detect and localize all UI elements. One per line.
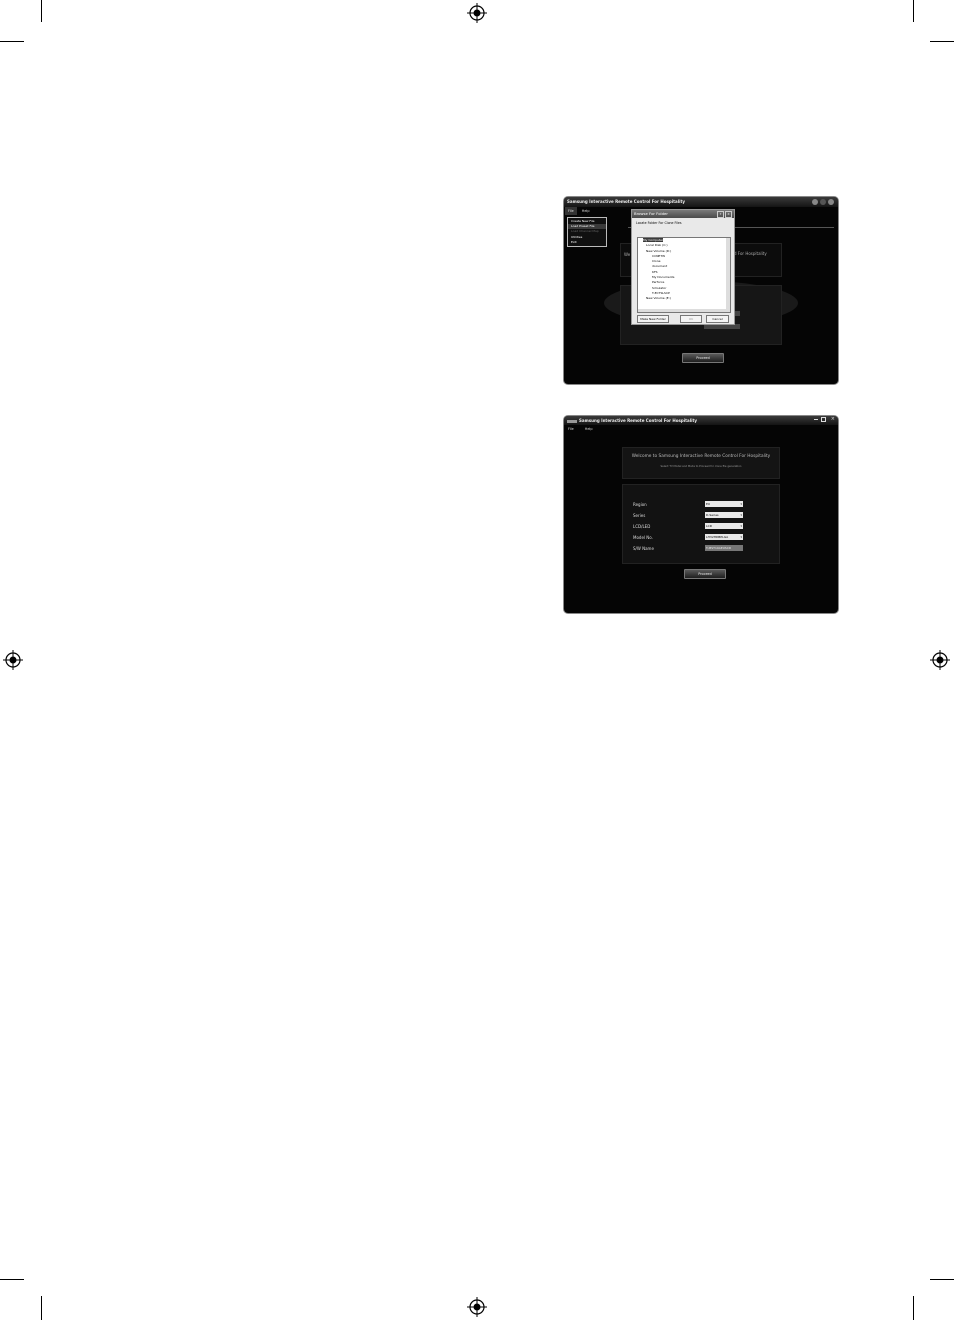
dialog-prompt: Locate Folder For Clone Files — [636, 221, 682, 225]
cancel-button[interactable]: Cancel — [706, 315, 729, 323]
crop-mark — [0, 1279, 24, 1280]
crop-mark — [41, 0, 42, 22]
menu-bar: File Help — [564, 425, 838, 433]
maximize-icon[interactable] — [820, 199, 826, 205]
proceed-button[interactable]: Proceed — [684, 569, 726, 579]
menu-file[interactable]: File — [565, 207, 577, 215]
dialog-title: Browse For Folder — [634, 211, 668, 216]
model-no-select[interactable]: LH32HDBPLGA ▾ — [705, 534, 743, 540]
close-icon[interactable] — [828, 199, 834, 205]
registration-mark-icon — [467, 3, 487, 23]
menu-file[interactable]: File — [565, 425, 577, 433]
menu-item-exit[interactable]: Exit — [568, 240, 606, 245]
app-window-browse: Samsung Interactive Remote Control For H… — [564, 197, 838, 384]
crop-mark — [930, 1279, 954, 1280]
series-label: Series — [633, 513, 646, 518]
proceed-button[interactable]: Proceed — [682, 353, 724, 363]
welcome-partial: We — [624, 252, 631, 257]
crop-mark — [0, 41, 24, 42]
region-label: Region — [633, 502, 647, 507]
app-window-main: Samsung Interactive Remote Control For H… — [564, 416, 838, 613]
file-menu-dropdown: Create New File Load Preset File Load Ch… — [567, 217, 607, 248]
minimize-icon[interactable] — [812, 199, 818, 205]
crop-mark — [930, 41, 954, 42]
registration-mark-icon — [930, 650, 950, 670]
dialog-close-icon[interactable]: X — [725, 211, 732, 218]
lcd-led-label: LCD/LED — [633, 524, 651, 529]
crop-mark — [41, 1296, 42, 1320]
model-no-label: Model No. — [633, 535, 653, 540]
welcome-subtitle: Select TV Model and Mode to Proceed for … — [660, 465, 742, 468]
chevron-down-icon: ▾ — [740, 524, 742, 528]
registration-mark-icon — [467, 1297, 487, 1317]
tree-item[interactable]: New Volume (E:) — [638, 296, 730, 301]
horizontal-scrollbar[interactable] — [638, 309, 730, 312]
crop-mark — [913, 1296, 914, 1320]
minimize-icon[interactable] — [814, 419, 818, 420]
chevron-down-icon: ▾ — [740, 513, 742, 517]
window-title: Samsung Interactive Remote Control For H… — [564, 416, 838, 425]
lcd-led-select[interactable]: LCD ▾ — [705, 523, 743, 529]
model-selection-panel: Region Series LCD/LED Model No. S/W Name… — [622, 484, 780, 564]
welcome-tail: d For Hospitality — [734, 251, 767, 256]
help-icon[interactable]: ? — [717, 211, 724, 218]
welcome-panel: Welcome to Samsung Interactive Remote Co… — [622, 447, 780, 479]
browse-folder-dialog: Browse For Folder ? X Locate Folder For … — [631, 209, 735, 325]
crop-mark — [913, 0, 914, 22]
welcome-heading: Welcome to Samsung Interactive Remote Co… — [631, 454, 771, 459]
make-new-folder-button[interactable]: Make New Folder — [637, 315, 669, 323]
menu-help[interactable]: Help — [582, 425, 596, 433]
menu-help[interactable]: Help — [579, 207, 593, 215]
sw-name-field: T-MST10AEUSCD — [705, 545, 743, 551]
ok-button[interactable]: OK — [680, 315, 702, 323]
chevron-down-icon: ▾ — [740, 502, 742, 506]
region-select[interactable]: EU ▾ — [705, 501, 743, 507]
sw-name-label: S/W Name — [633, 546, 654, 551]
chevron-down-icon: ▾ — [740, 535, 742, 539]
series-select[interactable]: D-Series ▾ — [705, 512, 743, 518]
folder-tree[interactable]: My Computer Local Disk (C:) New Volume (… — [637, 237, 731, 313]
window-title: Samsung Interactive Remote Control For H… — [564, 197, 838, 207]
dialog-title-bar: Browse For Folder ? X — [632, 210, 734, 218]
vertical-scrollbar[interactable] — [726, 238, 730, 312]
app-logo-icon — [567, 419, 577, 423]
close-icon[interactable]: × — [831, 416, 835, 422]
maximize-icon[interactable] — [821, 417, 826, 422]
registration-mark-icon — [3, 650, 23, 670]
